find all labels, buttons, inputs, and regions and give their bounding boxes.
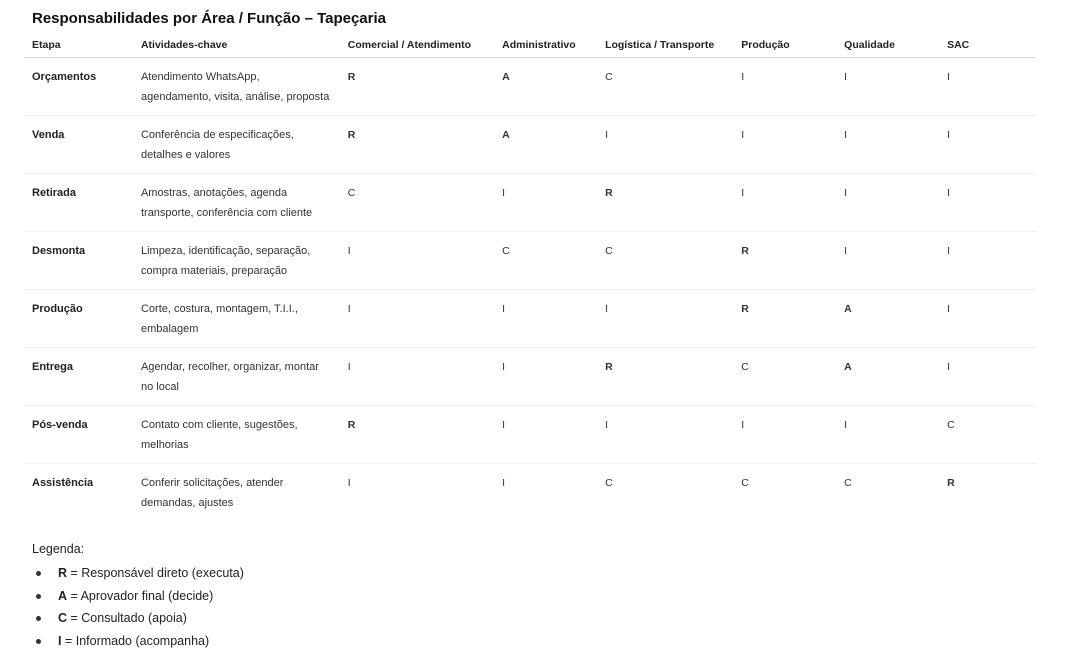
raci-code-cell: A xyxy=(836,347,940,406)
raci-code-cell: I xyxy=(597,115,734,174)
legend-text: = Informado (acompanha) xyxy=(61,633,210,648)
raci-code-cell: R xyxy=(339,405,495,464)
stage-cell: Assistência xyxy=(32,477,94,489)
legend-item: C = Consultado (apoia) xyxy=(36,607,244,630)
raci-code-cell: R xyxy=(339,57,495,116)
activities-cell: Conferir solicitações, atender demandas,… xyxy=(140,477,284,509)
raci-code-cell: R xyxy=(339,115,495,174)
raci-code-cell: R xyxy=(733,231,837,290)
raci-code-cell: I xyxy=(494,173,598,232)
raci-code-cell: I xyxy=(494,405,598,464)
table-row: Produção Corte, costura, montagem, T.I.I.… xyxy=(24,289,1036,348)
activities-cell: Limpeza, identificação, separação, compr… xyxy=(132,231,340,290)
raci-code-cell: I xyxy=(494,289,598,348)
raci-code-cell: I xyxy=(502,477,506,489)
stage-cell: Entrega xyxy=(24,347,133,406)
raci-code-cell: I xyxy=(494,347,598,406)
stage-cell: Desmonta xyxy=(24,231,133,290)
legend-item: A = Aprovador final (decide) xyxy=(36,585,244,608)
legend-list: R = Responsável direto (executa) A = Apr… xyxy=(32,562,244,652)
legend-key: A xyxy=(58,588,68,603)
raci-code-cell: I xyxy=(939,115,1036,174)
table-row: Orçamentos Atendimento WhatsApp, agendame… xyxy=(24,57,1036,116)
legend-text: = Responsável direto (executa) xyxy=(67,566,244,580)
raci-code-cell: I xyxy=(339,289,495,348)
stage-cell: Orçamentos xyxy=(24,57,133,116)
raci-code-cell: C xyxy=(939,405,1036,464)
column-header-qualidade: Qualidade xyxy=(836,34,940,58)
legend-title: Legenda: xyxy=(32,542,85,556)
activities-cell: Contato com cliente, sugestões, melhoria… xyxy=(132,405,340,464)
raci-code-cell: I xyxy=(597,405,734,464)
raci-code-cell: I xyxy=(836,173,940,232)
raci-code-cell: I xyxy=(939,347,1036,406)
raci-code-cell: A xyxy=(494,57,598,116)
raci-code-cell: I xyxy=(939,231,1036,290)
table-row: Pós-venda Contato com cliente, sugestões,… xyxy=(24,405,1036,464)
stage-cell: Venda xyxy=(24,115,133,174)
raci-code-cell: I xyxy=(733,57,837,116)
stage-cell: Retirada xyxy=(24,173,133,232)
activities-cell: Corte, costura, montagem, T.I.I., embala… xyxy=(132,289,340,348)
column-header-logistica: Logística / Transporte xyxy=(597,34,734,58)
raci-code-cell: C xyxy=(605,477,613,489)
raci-code-cell: I xyxy=(733,405,837,464)
raci-code-cell: C xyxy=(844,477,852,489)
legend-item: R = Responsável direto (executa) xyxy=(36,562,244,585)
column-header-sac: SAC xyxy=(939,34,1036,58)
column-header-producao: Produção xyxy=(733,34,837,58)
page-title: Responsabilidades por Área / Função – Ta… xyxy=(32,10,387,27)
column-header-etapa: Etapa xyxy=(24,34,133,58)
raci-code-cell: I xyxy=(339,231,495,290)
raci-code-cell: A xyxy=(494,115,598,174)
activities-cell: Agendar, recolher, organizar, montar no … xyxy=(132,347,340,406)
table-row: Retirada Amostras, anotações, agenda tran… xyxy=(24,173,1036,232)
raci-code-cell: I xyxy=(836,231,940,290)
table-row: Entrega Agendar, recolher, organizar, mon… xyxy=(24,347,1036,406)
legend-key: R xyxy=(58,566,68,580)
raci-code-cell: I xyxy=(836,405,940,464)
document-page: Responsabilidades por Área / Função – Ta… xyxy=(0,0,1066,663)
column-header-comercial: Comercial / Atendimento xyxy=(339,34,495,58)
raci-code-cell: I xyxy=(836,115,940,174)
raci-code-cell: R xyxy=(597,347,734,406)
raci-code-cell: I xyxy=(836,57,940,116)
raci-code-cell: I xyxy=(597,289,734,348)
table-row: Venda Conferência de especificações, deta… xyxy=(24,115,1036,174)
raci-code-cell: I xyxy=(733,115,837,174)
raci-code-cell: I xyxy=(347,477,351,489)
raci-code-cell: C xyxy=(741,477,749,489)
activities-cell: Amostras, anotações, agenda transporte, … xyxy=(132,173,340,232)
stage-cell: Pós-venda xyxy=(24,405,133,464)
raci-code-cell: I xyxy=(939,57,1036,116)
raci-code-cell: I xyxy=(339,347,495,406)
legend-key: C xyxy=(58,611,68,625)
raci-code-cell: C xyxy=(733,347,837,406)
activities-cell: Atendimento WhatsApp, agendamento, visit… xyxy=(132,57,340,116)
legend: Legenda: R = Responsável direto (executa… xyxy=(32,542,244,652)
raci-code-cell: A xyxy=(836,289,940,348)
column-header-administrativo: Administrativo xyxy=(494,34,598,58)
table-row: Assistência Conferir solicitações, atende… xyxy=(24,464,1036,522)
legend-text: = Aprovador final (decide) xyxy=(67,588,214,603)
table-header-row: Etapa Atividades-chave Comercial / Atend… xyxy=(24,34,1036,58)
raci-table: Etapa Atividades-chave Comercial / Atend… xyxy=(24,34,1036,521)
raci-code-cell: C xyxy=(597,57,734,116)
table-row: Desmonta Limpeza, identificação, separaçã… xyxy=(24,231,1036,290)
activities-cell: Conferência de especificações, detalhes … xyxy=(132,115,340,174)
raci-code-cell: C xyxy=(494,231,598,290)
raci-code-cell: C xyxy=(597,231,734,290)
raci-code-cell: R xyxy=(597,173,734,232)
raci-code-cell: C xyxy=(339,173,495,232)
raci-code-cell: I xyxy=(733,173,837,232)
raci-code-cell: I xyxy=(939,173,1036,232)
column-header-atividades: Atividades-chave xyxy=(132,34,340,58)
raci-code-cell: R xyxy=(947,477,955,489)
raci-code-cell: R xyxy=(733,289,837,348)
legend-item: I = Informado (acompanha) xyxy=(36,630,244,653)
table-body: Orçamentos Atendimento WhatsApp, agendame… xyxy=(24,57,1036,522)
stage-cell: Produção xyxy=(24,289,133,348)
raci-code-cell: I xyxy=(939,289,1036,348)
legend-text: = Consultado (apoia) xyxy=(67,611,187,625)
